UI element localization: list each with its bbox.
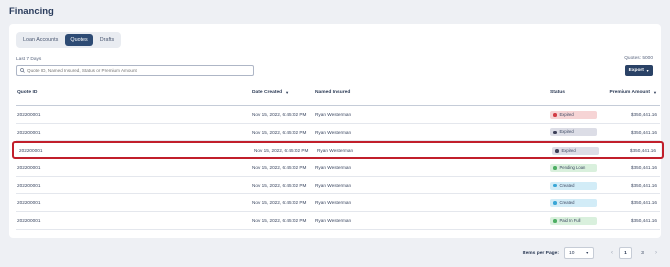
- premium-amount: $350,441.16: [630, 200, 657, 206]
- status-label: Created: [559, 182, 575, 188]
- status-dot-icon: [553, 201, 557, 205]
- named-insured: Ryan Westerman: [315, 112, 352, 117]
- named-insured: Ryan Westerman: [315, 218, 352, 224]
- quote-id: 202200001: [17, 165, 41, 171]
- date-created: Nov 15, 2022, 6:45:02 PM: [254, 148, 309, 154]
- status-badge: Expired: [550, 128, 597, 137]
- quote-id: 202200001: [17, 182, 41, 188]
- status-badge: Expired: [552, 147, 599, 156]
- column-status[interactable]: Status: [550, 90, 565, 95]
- column-date-created[interactable]: Date Created ▼: [252, 90, 289, 95]
- table-row[interactable]: 202200001 Nov 15, 2022, 6:45:02 PM Ryan …: [16, 159, 660, 177]
- named-insured: Ryan Westerman: [315, 200, 352, 206]
- chevron-down-icon: ▼: [585, 251, 589, 255]
- status-label: Expired: [561, 148, 576, 154]
- page-button[interactable]: 3: [636, 247, 649, 259]
- column-label: Premium Amount: [609, 90, 651, 95]
- status-badge: Expired: [550, 110, 597, 119]
- prev-page-icon[interactable]: ‹: [607, 250, 617, 256]
- quote-id: 202200001: [17, 129, 41, 135]
- column-label: Quote ID: [17, 90, 38, 95]
- status-dot-icon: [553, 183, 557, 188]
- quote-id: 202200001: [17, 218, 41, 224]
- date-created: Nov 15, 2022, 6:45:02 PM: [252, 182, 307, 188]
- status-cell: Created: [550, 194, 597, 212]
- table-row-highlighted[interactable]: 202200001 Nov 15, 2022, 6:45:02 PM Ryan …: [12, 141, 664, 160]
- date-created: Nov 15, 2022, 6:45:02 PM: [252, 200, 307, 206]
- column-premium-amount[interactable]: Premium Amount ▼: [609, 90, 657, 95]
- quote-id: 202200001: [17, 112, 41, 117]
- items-per-page-label: Items per Page:: [522, 250, 559, 256]
- pagination: Items per Page: 10 ▼ ‹ 1 3 ›: [523, 246, 661, 260]
- column-label: Named Insured: [315, 90, 351, 95]
- status-label: Expired: [559, 111, 574, 117]
- status-dot-icon: [553, 130, 557, 135]
- column-named-insured[interactable]: Named Insured: [315, 90, 350, 95]
- table-header: Quote ID Date Created ▼ Named Insured St…: [16, 90, 660, 100]
- items-per-page-select[interactable]: 10 ▼: [564, 247, 594, 259]
- table-row[interactable]: 202200001 Nov 15, 2022, 6:45:02 PM Ryan …: [16, 177, 660, 195]
- table-row[interactable]: 202200001 Nov 15, 2022, 6:45:02 PM Ryan …: [16, 106, 660, 124]
- table-row[interactable]: 202200001 Nov 15, 2022, 6:45:02 PM Ryan …: [16, 124, 660, 142]
- status-badge: Created: [550, 181, 597, 190]
- status-cell: Paid In Full: [550, 212, 597, 230]
- status-cell: Created: [550, 177, 597, 195]
- premium-amount: $350,441.16: [629, 148, 656, 154]
- status-dot-icon: [555, 149, 559, 153]
- named-insured: Ryan Westerman: [315, 182, 352, 188]
- next-page-icon[interactable]: ›: [651, 250, 661, 256]
- sort-down-icon[interactable]: ▼: [285, 90, 289, 95]
- status-dot-icon: [553, 113, 557, 117]
- premium-amount: $350,441.16: [630, 218, 657, 224]
- status-label: Created: [559, 200, 575, 206]
- status-cell: Pending Loan: [550, 159, 597, 177]
- quote-id: 202200001: [19, 148, 43, 154]
- status-label: Paid In Full: [559, 217, 581, 223]
- status-cell: Expired: [550, 124, 597, 142]
- status-badge: Pending Loan: [550, 163, 597, 172]
- date-created: Nov 15, 2022, 6:45:02 PM: [252, 165, 307, 171]
- status-badge: Created: [550, 199, 597, 208]
- status-badge: Paid In Full: [550, 216, 597, 225]
- status-label: Expired: [559, 129, 574, 135]
- status-dot-icon: [553, 166, 557, 170]
- page-title: Financing: [9, 6, 54, 17]
- premium-amount: $350,441.16: [630, 165, 657, 171]
- date-created: Nov 15, 2022, 6:45:02 PM: [252, 129, 307, 135]
- named-insured: Ryan Westerman: [317, 148, 354, 154]
- status-cell: Expired: [552, 142, 599, 160]
- column-quote-id[interactable]: Quote ID: [17, 90, 37, 95]
- status-label: Pending Loan: [559, 164, 586, 170]
- items-per-page-value: 10: [569, 250, 575, 256]
- quote-id: 202200001: [17, 200, 41, 206]
- column-label: Status: [550, 90, 565, 95]
- status-cell: Expired: [550, 106, 597, 124]
- premium-amount: $350,441.16: [630, 129, 657, 135]
- table-row[interactable]: 202200001 Nov 15, 2022, 6:45:02 PM Ryan …: [16, 212, 660, 230]
- premium-amount: $350,441.16: [630, 182, 657, 188]
- named-insured: Ryan Westerman: [315, 129, 352, 135]
- status-dot-icon: [553, 219, 557, 223]
- date-created: Nov 15, 2022, 6:45:02 PM: [252, 218, 307, 224]
- page-button-current[interactable]: 1: [619, 247, 632, 259]
- column-label: Date Created: [252, 90, 283, 95]
- premium-amount: $350,441.16: [630, 112, 657, 117]
- sort-down-icon[interactable]: ▼: [653, 90, 657, 95]
- date-created: Nov 15, 2022, 6:45:02 PM: [252, 112, 307, 117]
- table-body: 202200001 Nov 15, 2022, 6:45:02 PM Ryan …: [12, 106, 664, 230]
- table-row[interactable]: 202200001 Nov 15, 2022, 6:45:02 PM Ryan …: [16, 194, 660, 213]
- named-insured: Ryan Westerman: [315, 165, 352, 171]
